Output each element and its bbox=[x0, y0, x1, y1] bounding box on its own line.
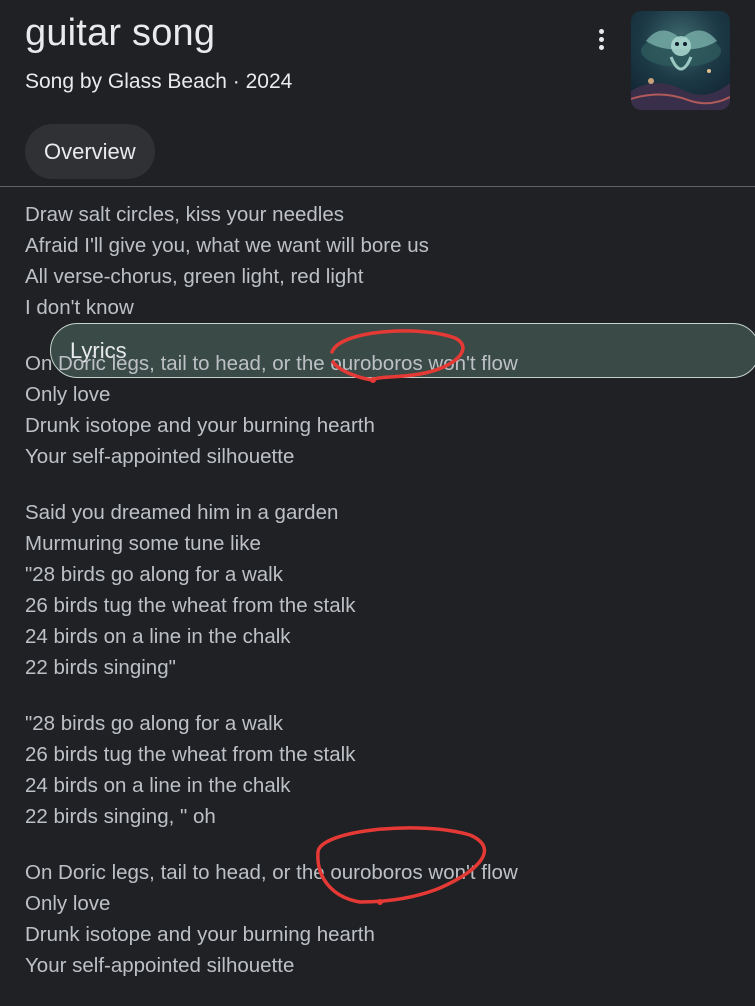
divider bbox=[0, 186, 755, 187]
lyric-line: Only love bbox=[25, 892, 111, 915]
tab-overview[interactable]: Overview bbox=[25, 124, 155, 179]
tab-bar: Overview Lyrics bbox=[25, 124, 755, 378]
song-title: guitar song bbox=[25, 12, 216, 54]
more-vert-icon[interactable] bbox=[588, 26, 614, 52]
lyric-line: 22 birds singing, " oh bbox=[25, 805, 216, 828]
lyric-line: Drunk isotope and your burning hearth bbox=[25, 414, 375, 437]
lyrics-stanza: Draw salt circles, kiss your needles Afra… bbox=[25, 199, 735, 323]
lyric-line: I don't know bbox=[25, 296, 134, 319]
lyric-line: 24 birds on a line in the chalk bbox=[25, 625, 291, 648]
lyric-line: On Doric legs, tail to head, or the ouro… bbox=[25, 352, 518, 375]
lyric-line: On Doric legs, tail to head, or the ouro… bbox=[25, 861, 518, 884]
lyric-line: Your self-appointed silhouette bbox=[25, 445, 295, 468]
song-header: guitar song Song by Glass Beach · 2024 O… bbox=[0, 0, 755, 378]
lyric-line: 22 birds singing" bbox=[25, 656, 176, 679]
lyric-line: 26 birds tug the wheat from the stalk bbox=[25, 743, 356, 766]
lyric-line: All verse-chorus, green light, red light bbox=[25, 265, 364, 288]
lyrics-stanza: "28 birds go along for a walk 26 birds tu… bbox=[25, 708, 735, 832]
lyric-line: "28 birds go along for a walk bbox=[25, 712, 283, 735]
lyrics-stanza: On Doric legs, tail to head, or the ouro… bbox=[25, 348, 735, 472]
lyric-line: Only love bbox=[25, 383, 111, 406]
album-art[interactable] bbox=[631, 11, 730, 110]
lyric-line: Said you dreamed him in a garden bbox=[25, 501, 339, 524]
lyric-line: Drunk isotope and your burning hearth bbox=[25, 923, 375, 946]
lyrics-stanza: On Doric legs, tail to head, or the ouro… bbox=[25, 857, 735, 981]
lyric-line: 24 birds on a line in the chalk bbox=[25, 774, 291, 797]
song-subtitle: Song by Glass Beach · 2024 bbox=[25, 70, 293, 93]
lyric-line: Afraid I'll give you, what we want will … bbox=[25, 234, 429, 257]
lyric-line: Murmuring some tune like bbox=[25, 532, 261, 555]
lyric-line: Your self-appointed silhouette bbox=[25, 954, 295, 977]
lyric-line: Draw salt circles, kiss your needles bbox=[25, 203, 344, 226]
lyric-line: 26 birds tug the wheat from the stalk bbox=[25, 594, 356, 617]
lyric-line: "28 birds go along for a walk bbox=[25, 563, 283, 586]
lyrics-body: Draw salt circles, kiss your needles Afra… bbox=[25, 199, 735, 1006]
lyrics-stanza: Said you dreamed him in a garden Murmurin… bbox=[25, 497, 735, 683]
